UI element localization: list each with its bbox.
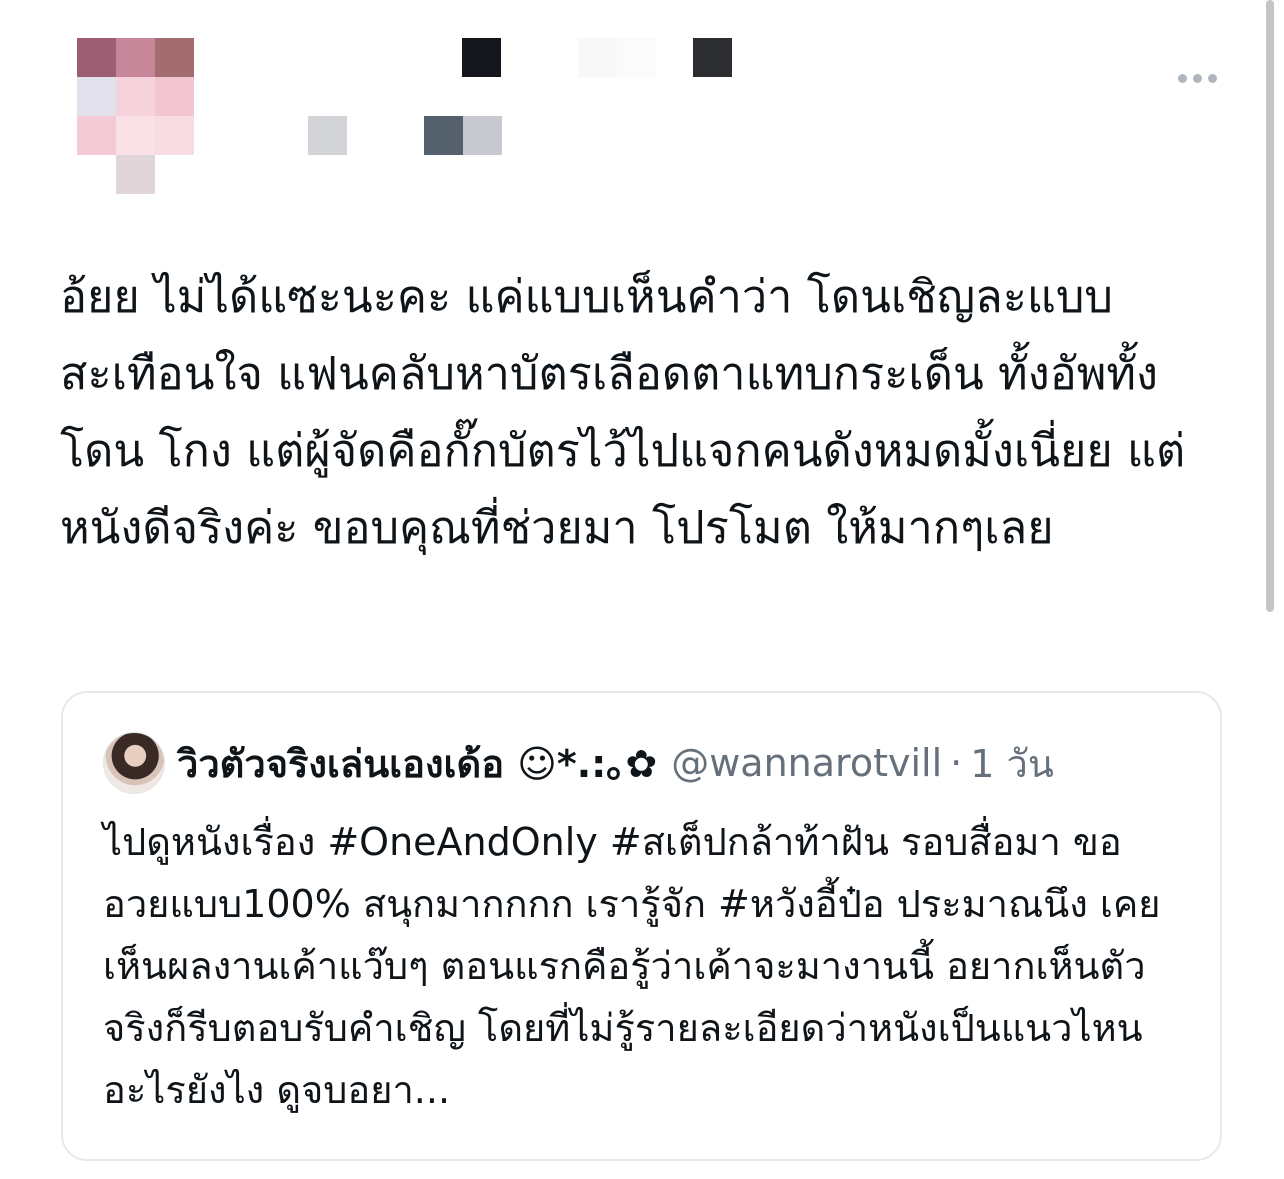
more-dot <box>1207 73 1217 83</box>
author-handle-redacted[interactable] <box>308 116 502 155</box>
post-text: อ้ยย ไม่ได้แซะนะคะ แค่แบบเห็นคำว่า โดนเช… <box>60 270 1186 554</box>
quoted-author-avatar[interactable] <box>103 732 165 794</box>
quoted-author-name[interactable]: วิวตัวจริงเล่นเองเด้อ ☺*.:｡✿ <box>177 733 657 794</box>
avatar-pixel <box>77 77 116 116</box>
avatar-pixel <box>116 116 155 155</box>
author-name-redacted[interactable] <box>462 38 732 77</box>
avatar-pixel <box>116 155 155 194</box>
quoted-tweet-header: วิวตัวจริงเล่นเองเด้อ ☺*.:｡✿ @wannarotvi… <box>103 731 1054 795</box>
name-pixel <box>578 38 617 77</box>
handle-pixel <box>308 116 347 155</box>
avatar-pixel <box>155 38 194 77</box>
author-avatar[interactable] <box>77 38 194 194</box>
avatar-pixel <box>77 38 116 77</box>
handle-pixel <box>424 116 463 155</box>
header-separator: · <box>950 741 963 785</box>
quoted-tweet-text: ไปดูหนังเรื่อง #OneAndOnly #สเต็ปกล้าท้า… <box>103 820 1161 1112</box>
name-pixel <box>462 38 501 77</box>
avatar-pixel <box>116 38 155 77</box>
avatar-pixel <box>116 77 155 116</box>
quoted-timestamp[interactable]: 1 วัน <box>970 733 1054 794</box>
quoted-tweet-card[interactable]: วิวตัวจริงเล่นเองเด้อ ☺*.:｡✿ @wannarotvi… <box>61 691 1222 1161</box>
avatar-pixel <box>155 77 194 116</box>
more-dot <box>1177 73 1187 83</box>
name-pixel <box>693 38 732 77</box>
more-dot <box>1192 73 1202 83</box>
name-pixel <box>617 38 656 77</box>
more-horizontal-icon[interactable] <box>1172 60 1222 96</box>
handle-pixel <box>463 116 502 155</box>
avatar-pixel <box>155 116 194 155</box>
avatar-pixel <box>77 116 116 155</box>
scrollbar-thumb[interactable] <box>1266 0 1274 612</box>
quoted-author-handle[interactable]: @wannarotvill <box>671 741 942 785</box>
tweet-page: อ้ยย ไม่ได้แซะนะคะ แค่แบบเห็นคำว่า โดนเช… <box>0 0 1284 1179</box>
